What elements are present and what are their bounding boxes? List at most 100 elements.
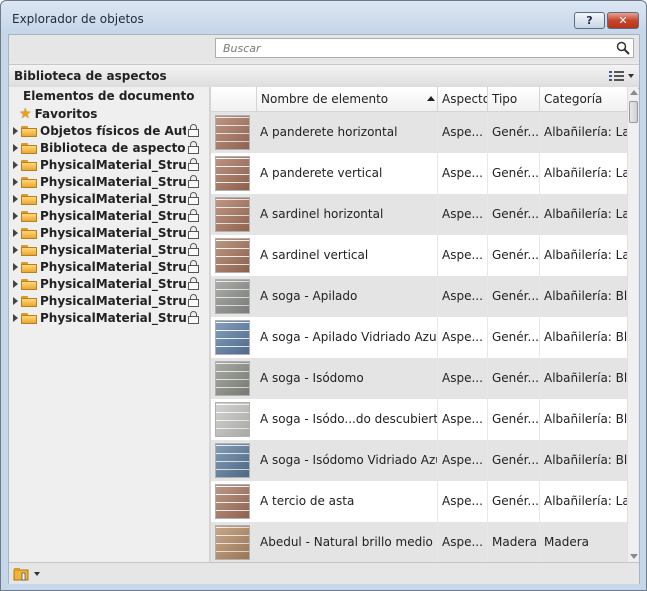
expand-arrow-icon[interactable] <box>13 262 18 271</box>
cell-category: Albañilería: Ladr <box>539 153 627 194</box>
table-row[interactable]: A soga - Isódomo Aspe... Genér... Albañiler… <box>211 358 627 399</box>
cell-category: Albañilería: Ladr <box>539 481 627 522</box>
cell-name: A soga - Isódomo <box>260 371 364 385</box>
tree-item-label: PhysicalMaterial_Struct... <box>40 191 186 206</box>
expand-arrow-icon[interactable] <box>13 160 18 169</box>
view-options-button[interactable] <box>607 68 637 84</box>
tree-item-folder[interactable]: PhysicalMaterial_Struct... <box>9 207 205 224</box>
expand-arrow-icon[interactable] <box>13 245 18 254</box>
expand-arrow-icon[interactable] <box>13 211 18 220</box>
tree-item-label: Objetos físicos de Autod... <box>40 123 186 138</box>
material-thumbnail <box>216 198 249 231</box>
search-input[interactable] <box>221 41 615 56</box>
tree-item-folder[interactable]: Biblioteca de aspectos <box>9 139 205 156</box>
tree-item-label: PhysicalMaterial_Struct... <box>40 174 186 189</box>
help-button[interactable]: ? <box>574 12 605 29</box>
close-button[interactable]: ✕ <box>607 12 639 29</box>
tree-item-label: PhysicalMaterial_Struct... <box>40 276 186 291</box>
expand-arrow-icon[interactable] <box>13 279 18 288</box>
cell-category: Albañilería: Ladr <box>539 194 627 235</box>
lock-icon <box>188 175 199 188</box>
tree-item-folder[interactable]: PhysicalMaterial_Struct... <box>9 173 205 190</box>
lock-icon <box>188 192 199 205</box>
title-bar: Explorador de objetos ? ✕ <box>1 1 646 35</box>
lock-icon <box>188 141 199 154</box>
tree-item-folder[interactable]: PhysicalMaterial_Struct... <box>9 258 205 275</box>
tree-item-folder[interactable]: PhysicalMaterial_Struct... <box>9 309 205 326</box>
manage-library-button[interactable] <box>13 566 43 582</box>
table-row[interactable]: A panderete horizontal Aspe... Genér... Alb… <box>211 112 627 153</box>
library-tree: Elementos de documento ★ Favoritos Objet… <box>9 87 209 562</box>
lock-icon <box>188 260 199 273</box>
cell-category: Albañilería: Bloq <box>539 399 627 440</box>
vertical-scrollbar[interactable] <box>627 87 638 562</box>
tree-item-label: PhysicalMaterial_Struct... <box>40 225 186 240</box>
search-icon[interactable] <box>616 41 630 55</box>
lock-icon <box>188 277 199 290</box>
folder-icon <box>21 142 37 154</box>
tree-header-document-elements[interactable]: Elementos de documento <box>23 89 195 103</box>
cell-name: A sardinel horizontal <box>260 207 384 221</box>
table-row[interactable]: A soga - Apilado Vidriado Azul Aspe... Gen… <box>211 317 627 358</box>
lock-icon <box>188 124 199 137</box>
tree-item-label: PhysicalMaterial_Struct... <box>40 310 186 325</box>
expand-arrow-icon[interactable] <box>13 177 18 186</box>
lock-icon <box>188 243 199 256</box>
tree-item-folder[interactable]: PhysicalMaterial_Struct... <box>9 224 205 241</box>
table-row[interactable]: A soga - Apilado Aspe... Genér... Albañiler… <box>211 276 627 317</box>
expand-arrow-icon[interactable] <box>13 296 18 305</box>
table-row[interactable]: A panderete vertical Aspe... Genér... Albañ… <box>211 153 627 194</box>
scroll-up-icon[interactable] <box>630 90 638 95</box>
material-thumbnail <box>216 403 249 436</box>
table-row[interactable]: A tercio de asta Aspe... Genér... Albañiler… <box>211 481 627 522</box>
column-header-aspect[interactable]: Aspecto <box>437 87 487 111</box>
expand-arrow-icon[interactable] <box>13 313 18 322</box>
table-row[interactable]: A sardinel horizontal Aspe... Genér... Alba… <box>211 194 627 235</box>
column-header-name[interactable]: Nombre de elemento <box>256 87 437 111</box>
expand-arrow-icon[interactable] <box>13 126 18 135</box>
cell-type: Genér... <box>487 317 539 358</box>
table-row[interactable]: A soga - Isódomo Vidriado Azul Aspe... Gen… <box>211 440 627 481</box>
cell-category: Albañilería: Bloq <box>539 276 627 317</box>
folder-icon <box>21 312 37 324</box>
tree-item-folder[interactable]: PhysicalMaterial_Struct... <box>9 156 205 173</box>
tree-item-folder[interactable]: Objetos físicos de Autod... <box>9 122 205 139</box>
folder-icon <box>21 295 37 307</box>
scroll-down-icon[interactable] <box>630 554 638 559</box>
tree-item-favorites[interactable]: ★ Favoritos <box>9 105 205 122</box>
cell-type: Genér... <box>487 153 539 194</box>
material-thumbnail <box>216 239 249 272</box>
expand-arrow-icon[interactable] <box>13 143 18 152</box>
table-row[interactable]: A soga - Isódo...do descubierto Aspe... Ge… <box>211 399 627 440</box>
cell-aspect: Aspe... <box>437 440 487 481</box>
cell-type: Madera <box>487 522 539 562</box>
column-header-type[interactable]: Tipo <box>487 87 539 111</box>
tree-item-folder[interactable]: PhysicalMaterial_Struct... <box>9 241 205 258</box>
expand-arrow-icon[interactable] <box>13 228 18 237</box>
cell-category: Albañilería: Bloq <box>539 440 627 481</box>
tree-item-label: PhysicalMaterial_Struct... <box>40 208 186 223</box>
cell-name: Abedul - Natural brillo medio <box>260 535 433 549</box>
folder-icon <box>21 210 37 222</box>
column-header-thumbnail[interactable] <box>211 87 256 111</box>
cell-name: A tercio de asta <box>260 494 355 508</box>
cell-type: Genér... <box>487 399 539 440</box>
object-browser-window: Explorador de objetos ? ✕ Biblioteca de … <box>0 0 647 591</box>
search-box[interactable] <box>215 38 634 58</box>
table-row[interactable]: A sardinel vertical Aspe... Genér... Albañi… <box>211 235 627 276</box>
cell-aspect: Aspe... <box>437 522 487 562</box>
tree-item-folder[interactable]: PhysicalMaterial_Struct... <box>9 275 205 292</box>
scrollbar-thumb[interactable] <box>629 101 638 123</box>
cell-type: Genér... <box>487 276 539 317</box>
folder-settings-icon <box>13 568 29 581</box>
bottom-toolbar <box>9 562 639 584</box>
table-row[interactable]: Abedul - Natural brillo medio Aspe... Made… <box>211 522 627 562</box>
window-title: Explorador de objetos <box>12 12 144 26</box>
cell-type: Genér... <box>487 481 539 522</box>
cell-category: Albañilería: Bloq <box>539 358 627 399</box>
tree-item-folder[interactable]: PhysicalMaterial_Struct... <box>9 292 205 309</box>
expand-arrow-icon[interactable] <box>13 194 18 203</box>
column-header-category[interactable]: Categoría <box>539 87 627 111</box>
tree-item-label: PhysicalMaterial_Struct... <box>40 242 186 257</box>
tree-item-folder[interactable]: PhysicalMaterial_Struct... <box>9 190 205 207</box>
